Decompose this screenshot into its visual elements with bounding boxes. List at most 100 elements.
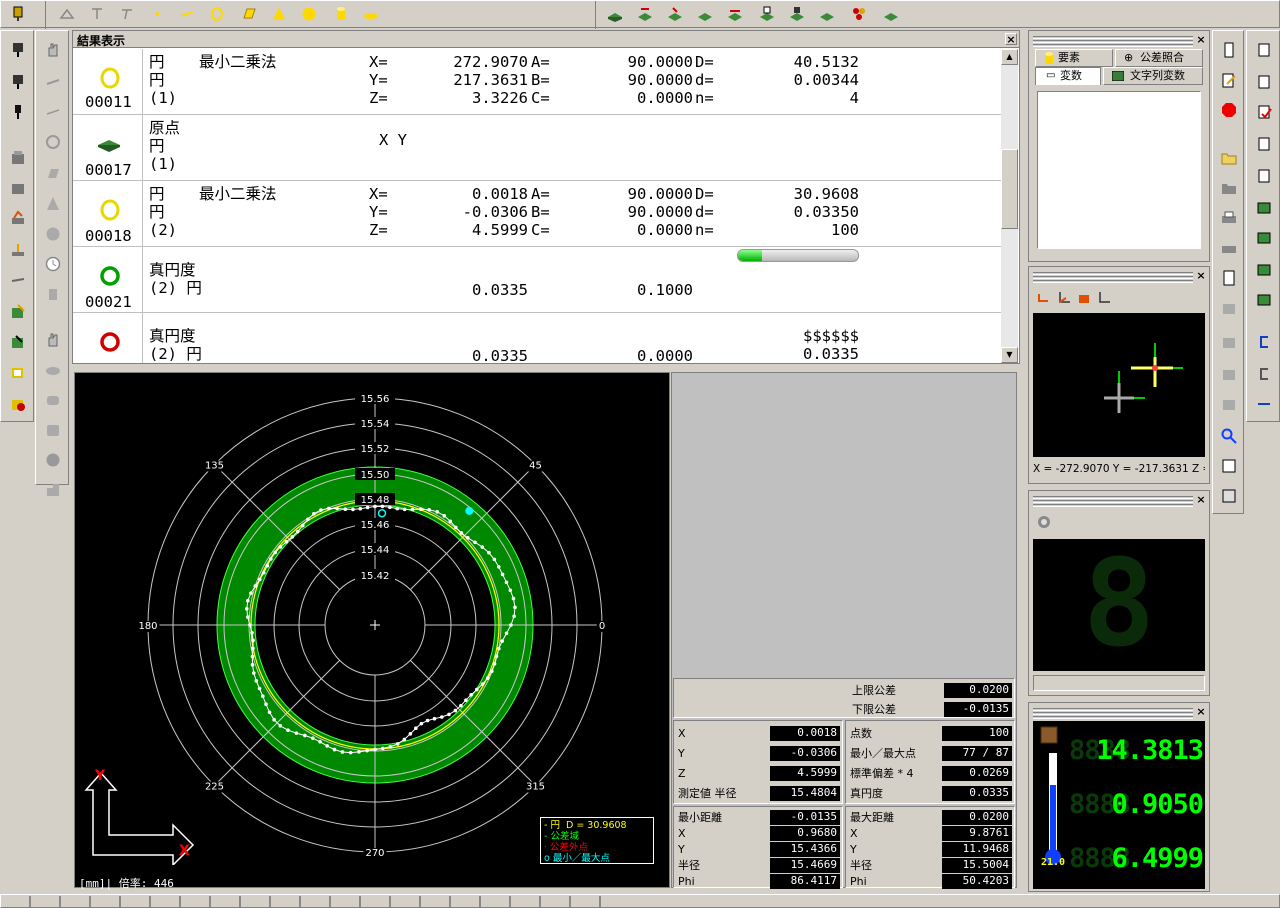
doc-run-icon[interactable] [1253,71,1275,93]
line-measure-icon[interactable] [42,101,64,123]
bracket-2-icon[interactable] [1253,363,1275,385]
results-list[interactable]: 00011 円 最小二乗法 円 (1) X= Y= Z= 272.9070 21… [73,49,1001,363]
stop-icon[interactable] [1218,99,1240,121]
view-close-button[interactable]: × [1195,270,1207,282]
program-run-icon[interactable] [7,361,29,383]
point-measure-icon[interactable] [42,71,64,93]
scroll-down-button[interactable]: ▼ [1001,347,1018,363]
tab-elements[interactable]: 要素 [1035,49,1113,67]
calibrate-icon[interactable] [7,239,29,261]
green-sheet-icon[interactable] [1253,197,1275,219]
slot-icon[interactable] [42,389,64,411]
results-scrollbar[interactable]: ▲ ▼ [1001,49,1018,363]
coordinate-origin-icon[interactable] [664,3,686,25]
result-row[interactable]: 真円度 (2) 円 0.0335 0.0000 $$$$$$ 0.0335 [73,313,1001,363]
machine-icon[interactable] [7,147,29,169]
robot-icon[interactable] [7,207,29,229]
coordinate-system-icon[interactable] [604,3,626,25]
view-top-icon[interactable] [1073,287,1095,309]
search-icon[interactable] [1218,425,1240,447]
page-icon[interactable] [1218,267,1240,289]
variables-list[interactable] [1037,91,1201,249]
scroll-thumb[interactable] [1001,149,1018,229]
cylinder-measure-icon[interactable] [42,283,64,305]
view-side-icon[interactable] [1053,287,1075,309]
torus-icon[interactable] [360,3,382,25]
plane-measure-icon[interactable] [42,163,64,185]
green-sheet-2-icon[interactable] [1253,227,1275,249]
coordinate-save-icon[interactable] [786,3,808,25]
step-icon[interactable] [42,479,64,501]
edit-doc-icon[interactable] [1218,69,1240,91]
dash-icon[interactable] [1253,393,1275,415]
program-edit-icon[interactable] [7,331,29,353]
print-preview-icon[interactable] [1218,237,1240,259]
view-3d-canvas[interactable] [1033,313,1205,457]
probe-head-icon[interactable] [7,3,29,25]
distance-icon[interactable] [116,3,138,25]
cylinder-icon[interactable] [330,3,352,25]
plane-shape-icon[interactable] [238,3,260,25]
bottom-tool-strip[interactable] [11,896,611,907]
point-icon[interactable] [146,3,168,25]
program-new-icon[interactable] [7,301,29,323]
coordinate-shift-icon[interactable] [724,3,746,25]
gauge-icon[interactable] [42,449,64,471]
counter-close-button[interactable]: × [1195,494,1207,506]
sphere-measure-icon[interactable] [42,223,64,245]
probe-change-icon[interactable] [7,71,29,93]
multi-point-icon[interactable] [848,3,870,25]
folder-icon[interactable] [1218,147,1240,169]
sphere-icon[interactable] [298,3,320,25]
result-row[interactable]: 00021 真円度 (2) 円 0.0335 0.1000 [73,247,1001,313]
tab-tolerance[interactable]: 公差照合 ⊕ [1115,49,1203,67]
coordinate-rotate-icon[interactable] [694,3,716,25]
print-icon[interactable] [1218,207,1240,229]
box-icon[interactable] [42,419,64,441]
program-stop-icon[interactable] [7,393,29,415]
result-row[interactable]: 00018 円 最小二乗法 円 (2) X= Y= Z= 0.0018 -0.0… [73,181,1001,247]
cone-icon[interactable] [268,3,290,25]
plane-icon[interactable] [56,3,78,25]
sheet-icon[interactable] [1218,485,1240,507]
coordinate-load-icon[interactable] [756,3,778,25]
coordinate-list-icon[interactable] [816,3,838,25]
view-iso-icon[interactable] [1093,287,1115,309]
scroll-up-button[interactable]: ▲ [1001,49,1018,65]
bracket-icon[interactable] [1253,331,1275,353]
report-2-icon[interactable] [1218,331,1240,353]
results-close-button[interactable]: × [1005,33,1017,45]
result-row[interactable]: 00017 原点 円 (1) X Y [73,115,1001,181]
angle-icon[interactable] [86,3,108,25]
green-sheet-3-icon[interactable] [1253,259,1275,281]
dro-close-button[interactable]: × [1195,706,1207,718]
doc-export-icon[interactable] [1253,165,1275,187]
folder-open-icon[interactable] [1218,177,1240,199]
circle-measure-icon[interactable] [42,131,64,153]
cone-measure-icon[interactable] [42,193,64,215]
tab-string-vars[interactable]: 文字列変数 [1103,67,1203,85]
machine-settings-icon[interactable] [7,177,29,199]
stylus-icon[interactable] [7,101,29,123]
list-icon[interactable] [1218,455,1240,477]
tab-vars[interactable]: 変数 ▭ [1035,67,1101,85]
variables-close-button[interactable]: × [1195,34,1207,46]
tool-icon[interactable] [7,269,29,291]
view-icon[interactable] [1218,39,1240,61]
report-3-icon[interactable] [1218,363,1240,385]
report-icon[interactable] [1218,297,1240,319]
clock-icon[interactable] [42,253,64,275]
report-4-icon[interactable] [1218,393,1240,415]
view-front-icon[interactable] [1033,287,1055,309]
hand-icon[interactable] [42,39,64,61]
probe-icon[interactable] [7,39,29,61]
coordinate-reset-icon[interactable] [880,3,902,25]
result-row[interactable]: 00011 円 最小二乗法 円 (1) X= Y= Z= 272.9070 21… [73,49,1001,115]
doc-icon[interactable] [1253,39,1275,61]
line-icon[interactable] [176,3,198,25]
hand-2-icon[interactable] [42,329,64,351]
coordinate-align-icon[interactable] [634,3,656,25]
ellipse-icon[interactable] [42,359,64,381]
circle-icon[interactable] [206,3,228,25]
green-sheet-4-icon[interactable] [1253,289,1275,311]
